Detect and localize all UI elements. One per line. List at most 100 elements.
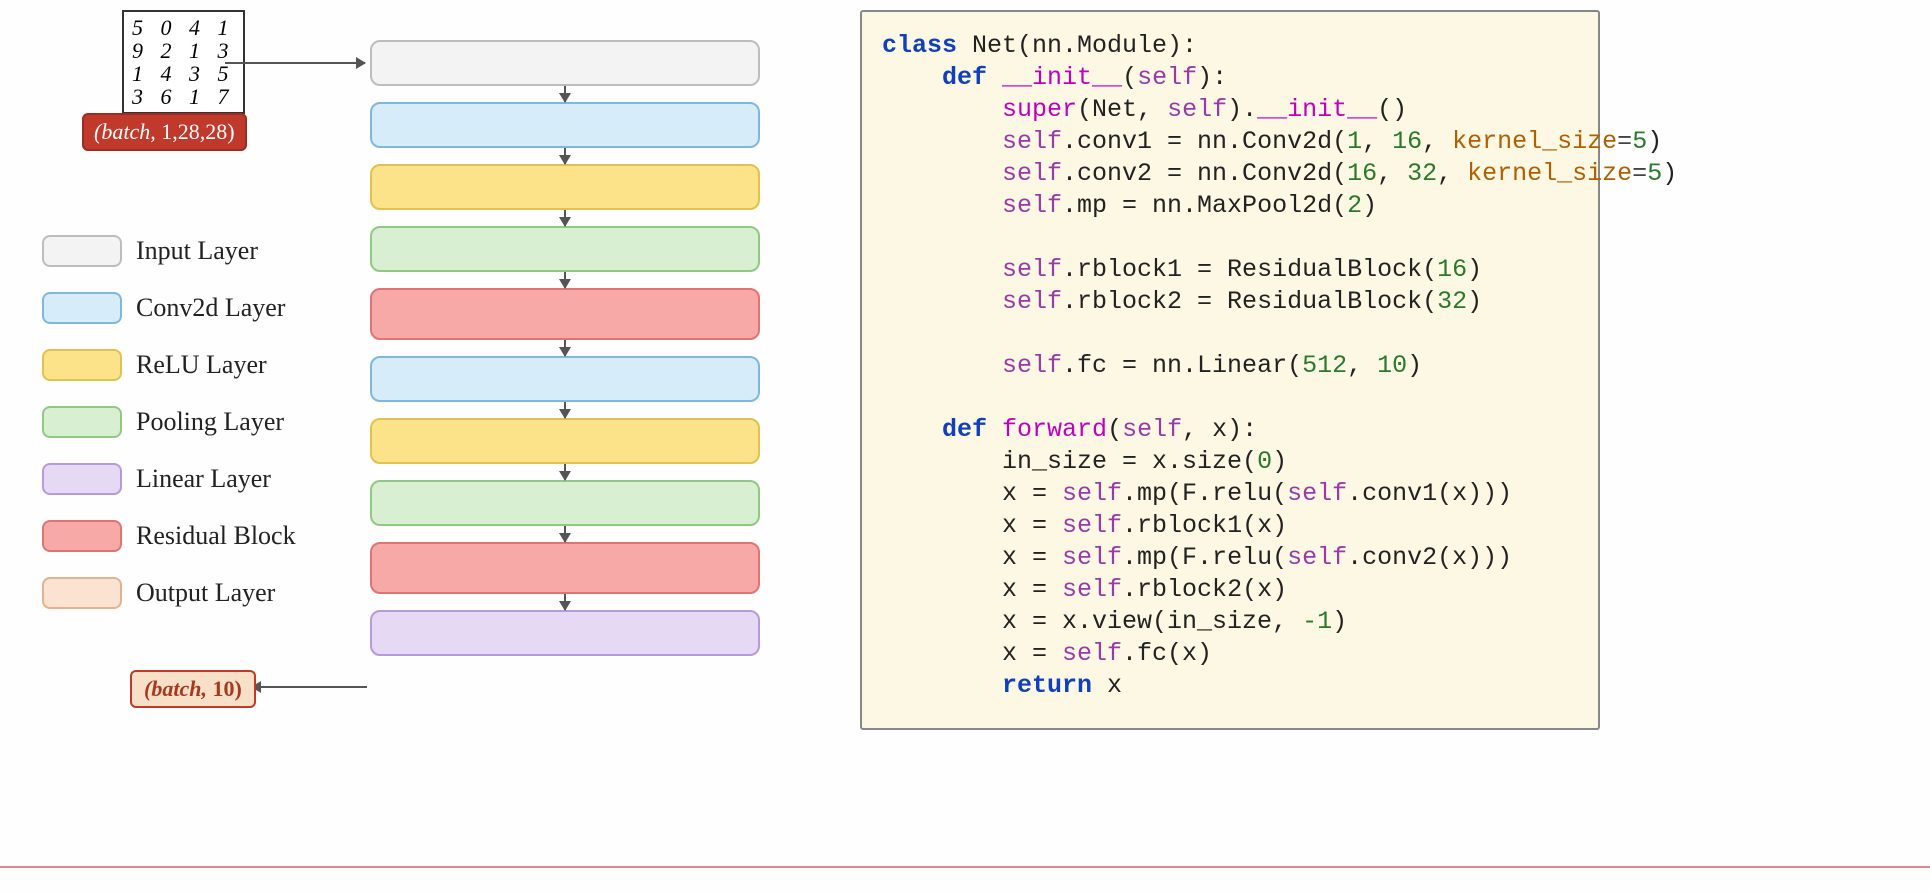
arrow-down-icon <box>564 340 566 356</box>
code-token: return <box>882 671 1092 700</box>
code-token: x = <box>882 543 1062 572</box>
code-token: self <box>1167 95 1227 124</box>
code-token: .fc(x) <box>1122 639 1212 668</box>
legend-item-linear: Linear Layer <box>42 463 296 495</box>
code-token: ) <box>1362 191 1377 220</box>
code-token: .conv1 = nn.Conv2d( <box>1062 127 1347 156</box>
code-token: , <box>1362 127 1392 156</box>
legend-label: Pooling Layer <box>136 407 284 437</box>
code-token: self <box>1062 479 1122 508</box>
arrow-down-icon <box>564 272 566 288</box>
code-token: x = x.view(in_size, <box>882 607 1302 636</box>
code-token: x = <box>882 511 1062 540</box>
arrow-down-icon <box>564 402 566 418</box>
code-token: x = <box>882 479 1062 508</box>
code-token: def <box>882 415 987 444</box>
arrow-down-icon <box>564 148 566 164</box>
code-token: self <box>1287 543 1347 572</box>
code-token: __init__ <box>1257 95 1377 124</box>
code-token: ) <box>1647 127 1662 156</box>
code-token: , <box>1347 351 1377 380</box>
swatch-pool <box>42 406 122 438</box>
code-token: () <box>1377 95 1407 124</box>
code-token: x <box>1092 671 1122 700</box>
code-token: ): <box>1197 63 1227 92</box>
legend-label: ReLU Layer <box>136 350 267 380</box>
bottom-divider <box>0 866 1930 868</box>
code-blank <box>882 223 897 252</box>
flow-conv-layer <box>370 356 760 402</box>
code-token: 10 <box>1377 351 1407 380</box>
flow-pool-layer <box>370 480 760 526</box>
code-token: def <box>882 63 987 92</box>
mnist-row: 5 0 4 1 <box>132 16 235 39</box>
code-token: 16 <box>1392 127 1422 156</box>
code-token: ) <box>1662 159 1677 188</box>
mnist-row: 9 2 1 3 <box>132 39 235 62</box>
code-token: , <box>1377 159 1407 188</box>
code-token: x = <box>882 575 1062 604</box>
arrow-down-icon <box>564 594 566 610</box>
code-token: , x): <box>1182 415 1257 444</box>
code-token: ( <box>1107 415 1122 444</box>
code-token: .rblock2 = ResidualBlock( <box>1062 287 1437 316</box>
code-token: Net(nn.Module): <box>957 31 1197 60</box>
swatch-resid <box>42 520 122 552</box>
flow-relu-layer <box>370 418 760 464</box>
code-token: 1 <box>1347 127 1362 156</box>
code-token: 16 <box>1347 159 1377 188</box>
arrow-down-icon <box>564 210 566 226</box>
code-token: self <box>1137 63 1197 92</box>
legend-item-relu: ReLU Layer <box>42 349 296 381</box>
code-token: = <box>1617 127 1632 156</box>
flow-residual-block <box>370 288 760 340</box>
code-token: x = <box>882 639 1062 668</box>
code-token: .rblock1 = ResidualBlock( <box>1062 255 1437 284</box>
swatch-output <box>42 577 122 609</box>
code-token: 0 <box>1257 447 1272 476</box>
code-token: ) <box>1467 287 1482 316</box>
legend-item-conv: Conv2d Layer <box>42 292 296 324</box>
code-token: self <box>882 191 1062 220</box>
code-token: class <box>882 31 957 60</box>
legend-label: Conv2d Layer <box>136 293 285 323</box>
code-token: .mp(F.relu( <box>1122 543 1287 572</box>
code-token: = <box>1632 159 1647 188</box>
code-token: __init__ <box>987 63 1122 92</box>
flow-relu-layer <box>370 164 760 210</box>
swatch-conv <box>42 292 122 324</box>
code-token: self <box>882 287 1062 316</box>
code-token: self <box>882 127 1062 156</box>
legend-label: Linear Layer <box>136 464 271 494</box>
code-token: ) <box>1272 447 1287 476</box>
code-token: ). <box>1227 95 1257 124</box>
code-token: self <box>882 255 1062 284</box>
code-token: .conv1(x))) <box>1347 479 1512 508</box>
swatch-relu <box>42 349 122 381</box>
swatch-input <box>42 235 122 267</box>
legend-item-pool: Pooling Layer <box>42 406 296 438</box>
code-token: self <box>1062 543 1122 572</box>
mnist-row: 1 4 3 5 <box>132 62 235 85</box>
code-token: 512 <box>1302 351 1347 380</box>
code-token: self <box>1062 575 1122 604</box>
code-token: .conv2(x))) <box>1347 543 1512 572</box>
code-token: .rblock2(x) <box>1122 575 1287 604</box>
arrow-down-icon <box>564 86 566 102</box>
code-token: .rblock1(x) <box>1122 511 1287 540</box>
flow-input-layer <box>370 40 760 86</box>
code-token: .fc = nn.Linear( <box>1062 351 1302 380</box>
mnist-row: 3 6 1 7 <box>132 85 235 108</box>
arrow-flow-to-output <box>252 686 367 688</box>
flow-residual-block <box>370 542 760 594</box>
code-panel: class Net(nn.Module): def __init__ ( self)… <box>860 10 1600 730</box>
code-token: ) <box>1467 255 1482 284</box>
code-token: 32 <box>1407 159 1437 188</box>
code-token: in_size = x.size( <box>882 447 1257 476</box>
code-token: (Net, <box>1077 95 1167 124</box>
swatch-linear <box>42 463 122 495</box>
legend-item-output: Output Layer <box>42 577 296 609</box>
code-token: , <box>1422 127 1452 156</box>
output-shape-label: (batch, 10) <box>130 670 256 708</box>
flow-conv-layer <box>370 102 760 148</box>
